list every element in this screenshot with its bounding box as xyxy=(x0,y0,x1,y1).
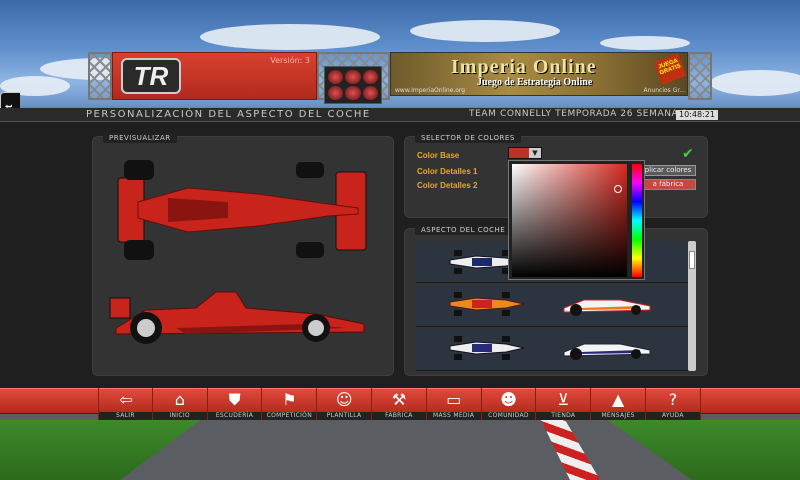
nav-mass-media[interactable]: ▭ MASS MEDIA xyxy=(426,388,482,420)
gantry-right xyxy=(688,52,712,100)
nav-label: COMPETICIÓN xyxy=(262,412,317,420)
page-title: PERSONALIZACIÓN DEL ASPECTO DEL COCHE xyxy=(86,109,371,120)
ad-url: www.ImperiaOnline.org xyxy=(395,87,466,94)
monitor-icon: ▭ xyxy=(446,390,462,409)
help-icon: ? xyxy=(668,390,678,409)
livery-thumb-side[interactable] xyxy=(560,292,652,318)
cloud xyxy=(410,20,560,42)
nav-label: MASS MEDIA xyxy=(426,412,481,420)
picker-cursor[interactable] xyxy=(614,185,622,193)
nav-label: ESCUDERÍA xyxy=(207,412,262,420)
nav-label: AYUDA xyxy=(645,412,700,420)
ad-banner[interactable]: Imperia Online Juego de Estrategia Onlin… xyxy=(390,52,688,96)
nav-label: TIENDA xyxy=(536,412,591,420)
flag-icon: ⚑ xyxy=(282,390,297,409)
car-top-view xyxy=(117,160,367,260)
nav-ayuda[interactable]: ? AYUDA xyxy=(645,388,701,420)
nav-inicio[interactable]: ⌂ INICIO xyxy=(152,388,208,420)
cloud xyxy=(600,36,690,50)
nav-label: INICIO xyxy=(152,412,207,420)
base-color-swatch[interactable]: ▼ xyxy=(508,147,542,159)
community-icon: ☻ xyxy=(500,390,517,409)
list-scrollbar[interactable] xyxy=(688,241,696,371)
car-aspect-title: ASPECTO DEL COCHE xyxy=(415,225,512,235)
gantry-left xyxy=(88,52,112,100)
saturation-value-area[interactable] xyxy=(512,164,627,277)
ad-badge: JUEGA GRATIS xyxy=(653,53,687,85)
nav-label: COMUNIDAD xyxy=(481,412,536,420)
detail1-color-label: Color Detalles 1 xyxy=(417,167,478,176)
nav-salir[interactable]: ⇦ SALIR xyxy=(98,388,153,420)
warning-icon: ▲ xyxy=(612,390,625,409)
check-icon: ✔ xyxy=(682,146,694,162)
apply-colors-button[interactable]: plicar colores xyxy=(640,165,696,176)
cloud xyxy=(710,70,800,96)
nav-comunidad[interactable]: ☻ COMUNIDAD xyxy=(481,388,537,420)
color-picker-popup[interactable] xyxy=(508,160,645,280)
nav-tienda[interactable]: ⊻ TIENDA xyxy=(536,388,592,420)
game-logo[interactable]: TR xyxy=(121,58,181,94)
start-lights xyxy=(324,66,382,104)
cloud xyxy=(200,24,380,50)
main-nav: ⇦ SALIR ⌂ INICIO ⛊ ESCUDERÍA ⚑ COMPETICIÓN ☺… xyxy=(98,388,701,420)
nav-label: PLANTILLA xyxy=(317,412,371,420)
nav-plantilla[interactable]: ☺ PLANTILLA xyxy=(317,388,372,420)
livery-thumb-side[interactable] xyxy=(560,338,652,362)
livery-thumb[interactable] xyxy=(446,290,526,318)
car-side-view xyxy=(109,291,365,344)
detail2-color-label: Color Detalles 2 xyxy=(417,181,478,190)
nav-escuderia[interactable]: ⛊ ESCUDERÍA xyxy=(207,388,263,420)
nav-mensajes[interactable]: ▲ MENSAJES xyxy=(591,388,646,420)
chevron-down-icon[interactable]: ▼ xyxy=(529,148,541,158)
hue-slider[interactable] xyxy=(632,164,642,277)
livery-thumb[interactable] xyxy=(446,334,526,362)
nav-label: MENSAJES xyxy=(591,412,645,420)
driver-icon: ☺ xyxy=(335,390,353,409)
nav-label: SALIR xyxy=(99,412,152,420)
color-selector-title: SELECTOR DE COLORES xyxy=(415,133,521,143)
ad-title: Imperia Online xyxy=(451,56,597,78)
shield-icon: ⛊ xyxy=(228,390,241,409)
version-label: Versión: 3 xyxy=(270,56,310,65)
clock: 10:48:21 xyxy=(676,110,718,120)
nav-fabrica[interactable]: ⚒ FÁBRICA xyxy=(371,388,427,420)
exit-icon: ⇦ xyxy=(119,390,133,409)
ad-subtitle: Juego de Estrategia Online xyxy=(477,77,593,88)
ad-tag: Anuncios Gr... xyxy=(643,87,685,94)
preview-title: PREVISUALIZAR xyxy=(103,133,177,143)
nav-competicion[interactable]: ⚑ COMPETICIÓN xyxy=(262,388,318,420)
nav-label: FÁBRICA xyxy=(371,412,426,420)
logo-panel: TR Versión: 3 xyxy=(112,52,317,100)
home-icon: ⌂ xyxy=(174,390,185,409)
scrollbar-thumb[interactable] xyxy=(689,251,695,269)
base-color-label: Color Base xyxy=(417,151,460,160)
cart-icon: ⊻ xyxy=(557,390,570,409)
wrench-icon: ⚒ xyxy=(391,390,407,409)
factory-colors-button[interactable]: a fábrica xyxy=(640,179,696,190)
team-info: TEAM CONNELLY TEMPORADA 26 SEMANA 9 xyxy=(469,109,689,119)
